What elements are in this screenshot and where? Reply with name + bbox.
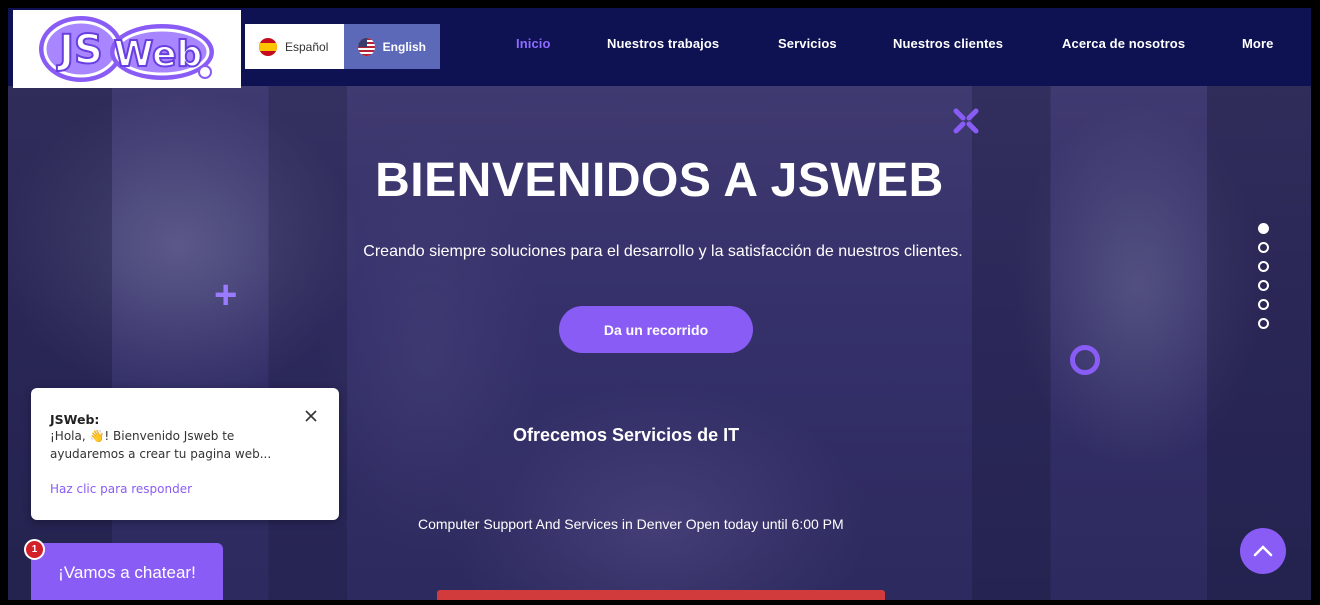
nav-item-nuestros-trabajos[interactable]: Nuestros trabajos [607,36,719,51]
decorative-x-icon [953,108,979,139]
browser-viewport: JS Web Español English Inicio Nuestros t… [8,8,1311,600]
hero-title: BIENVENIDOS A JSWEB [375,154,944,207]
chat-message: ¡Hola, 👋! Bienvenido Jsweb te ayudaremos… [50,429,272,461]
business-hours-text: Computer Support And Services in Denver … [418,516,844,532]
nav-item-servicios[interactable]: Servicios [778,36,837,51]
main-nav: Inicio Nuestros trabajos Servicios Nuest… [8,36,1311,58]
unread-count-badge: 1 [24,539,45,560]
chevron-up-icon [1253,545,1273,557]
slide-dot-6[interactable] [1258,318,1269,329]
nav-item-inicio[interactable]: Inicio [516,36,551,51]
slide-dot-2[interactable] [1258,242,1269,253]
nav-item-nuestros-clientes[interactable]: Nuestros clientes [893,36,1003,51]
chat-preview-card[interactable]: JSWeb: ¡Hola, 👋! Bienvenido Jsweb te ayu… [31,388,339,520]
services-heading: Ofrecemos Servicios de IT [513,425,740,445]
chat-sender: JSWeb: [50,412,100,427]
open-chat-button[interactable]: ¡Vamos a chatear! [31,543,223,600]
slide-pagination [1258,223,1269,329]
scroll-to-top-button[interactable] [1240,528,1286,574]
slide-dot-1[interactable] [1258,223,1269,234]
nav-item-acerca-de-nosotros[interactable]: Acerca de nosotros [1062,36,1185,51]
site-header: JS Web Español English Inicio Nuestros t… [8,8,1311,88]
tour-button[interactable]: Da un recorrido [559,306,753,353]
chat-reply-link[interactable]: Haz clic para responder [50,482,192,496]
slide-dot-3[interactable] [1258,261,1269,272]
red-banner-edge[interactable] [437,590,885,600]
close-icon[interactable] [303,408,319,424]
hero-subtitle: Creando siempre soluciones para el desar… [363,243,963,260]
nav-item-more[interactable]: More [1242,36,1273,51]
decorative-ring-icon [1070,345,1100,375]
slide-dot-4[interactable] [1258,280,1269,291]
decorative-plus-icon: + [214,273,238,317]
slide-dot-5[interactable] [1258,299,1269,310]
